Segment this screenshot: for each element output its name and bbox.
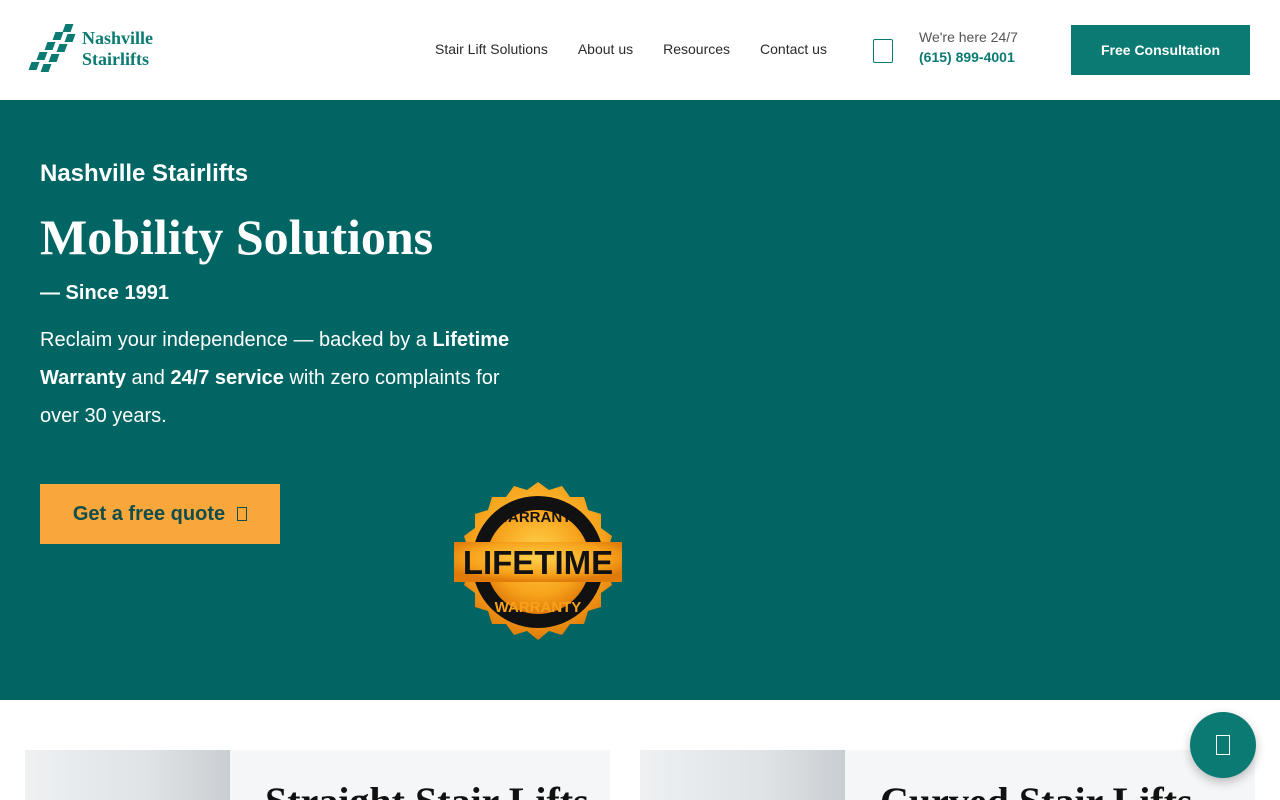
main-nav: Stair Lift Solutions About us Resources … — [435, 41, 857, 57]
card-image-curved — [640, 750, 845, 800]
chat-button[interactable] — [1190, 712, 1256, 778]
nav-stair-lift-solutions[interactable]: Stair Lift Solutions — [435, 41, 548, 57]
card-straight-stair-lifts[interactable]: Straight Stair Lifts — [25, 750, 610, 800]
card-title-straight: Straight Stair Lifts — [265, 778, 589, 800]
desc-part1: Reclaim your independence — backed by a — [40, 329, 433, 351]
desc-part2: and — [125, 367, 171, 389]
lifetime-warranty-badge: WARRANTY LIFETIME WARRANTY — [454, 482, 622, 640]
card-image-straight — [25, 750, 230, 800]
hero-since: — Since 1991 — [40, 282, 169, 304]
nav-about-us[interactable]: About us — [578, 41, 633, 57]
chat-icon — [1216, 735, 1230, 755]
logo-line2: Stairlifts — [82, 49, 149, 69]
hero-eyebrow: Nashville Stairlifts — [40, 160, 249, 187]
logo[interactable]: Nashville Stairlifts — [28, 24, 153, 74]
logo-line1: Nashville — [82, 28, 154, 48]
hero-title: Mobility Solutions — [40, 209, 434, 265]
nav-contact-us[interactable]: Contact us — [760, 41, 827, 57]
hero-description: Reclaim your independence — backed by a … — [40, 321, 510, 435]
badge-top-text: WARRANTY — [495, 509, 582, 526]
phone-icon[interactable] — [873, 39, 893, 63]
logo-text: Nashville Stairlifts — [82, 28, 153, 70]
nav-resources[interactable]: Resources — [663, 41, 730, 57]
arrow-icon — [237, 507, 248, 521]
support-hours-text: We're here 24/7 — [919, 29, 1018, 45]
card-curved-stair-lifts[interactable]: Curved Stair Lifts — [640, 750, 1255, 800]
badge-main-text: LIFETIME — [463, 544, 613, 581]
quote-button-label: Get a free quote — [72, 502, 226, 525]
badge-bottom-text: WARRANTY — [495, 599, 582, 616]
get-free-quote-button[interactable]: Get a free quote — [40, 484, 280, 544]
free-consultation-button[interactable]: Free Consultation — [1071, 25, 1250, 75]
phone-number-link[interactable]: (615) 899-4001 — [919, 49, 1015, 65]
hero-section: Nashville Stairlifts Mobility Solutions … — [0, 100, 1280, 700]
desc-bold-service: 24/7 service — [170, 367, 284, 389]
logo-mark-icon — [28, 24, 76, 74]
site-header: Nashville Stairlifts Stair Lift Solution… — [0, 0, 1280, 100]
card-title-curved: Curved Stair Lifts — [880, 778, 1193, 800]
